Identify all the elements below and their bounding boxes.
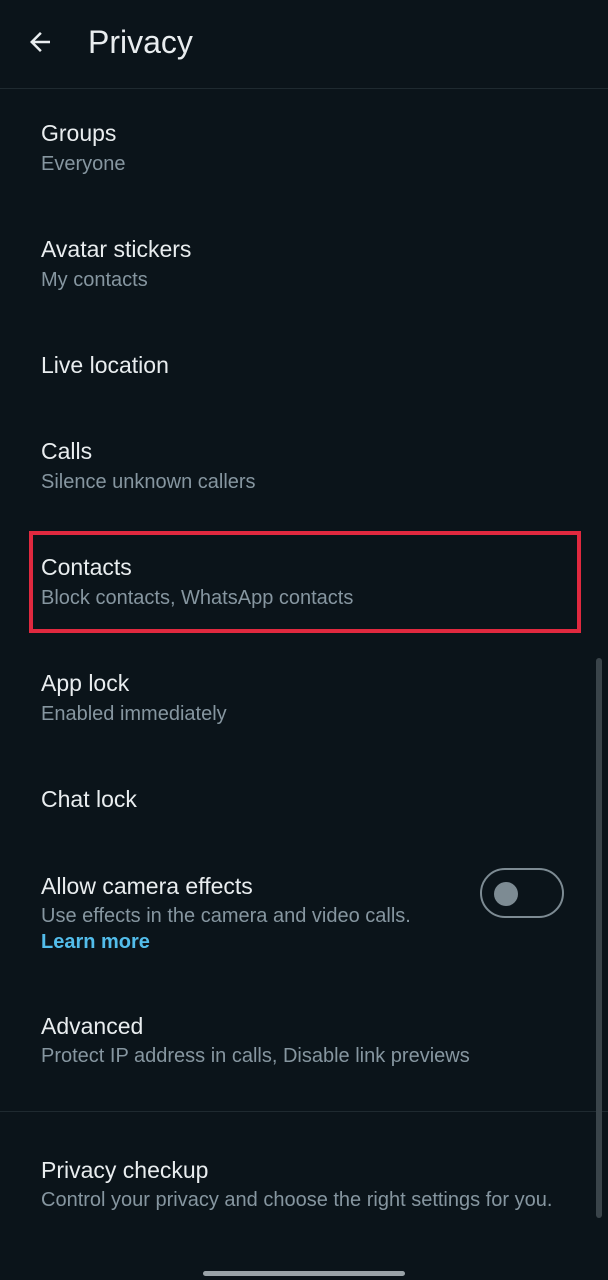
setting-chat-lock[interactable]: Chat lock (0, 771, 608, 843)
home-indicator[interactable] (203, 1271, 405, 1276)
setting-title: Calls (41, 438, 93, 464)
arrow-left-icon (30, 32, 50, 52)
setting-subtitle: Silence unknown callers (41, 471, 256, 493)
setting-live-location[interactable]: Live location (0, 337, 608, 409)
setting-privacy-checkup[interactable]: Privacy checkup Control your privacy and… (0, 1142, 608, 1252)
setting-contacts[interactable]: Contacts Block contacts, WhatsApp contac… (0, 539, 608, 635)
setting-groups[interactable]: Groups Everyone (0, 105, 608, 201)
setting-title: App lock (41, 670, 130, 696)
setting-subtitle: Control your privacy and choose the righ… (41, 1189, 553, 1211)
setting-subtitle: Everyone (41, 153, 126, 175)
app-bar: Privacy (0, 0, 608, 88)
learn-more-link[interactable]: Learn more (41, 929, 150, 955)
setting-title: Privacy checkup (41, 1157, 209, 1183)
setting-app-lock[interactable]: App lock Enabled immediately (0, 655, 608, 751)
setting-advanced[interactable]: Advanced Protect IP address in calls, Di… (0, 998, 608, 1094)
back-button[interactable] (14, 20, 66, 64)
setting-calls[interactable]: Calls Silence unknown callers (0, 423, 608, 519)
scrollbar[interactable] (596, 658, 602, 1218)
privacy-screen: Privacy Groups Everyone Avatar stickers … (0, 0, 608, 1280)
setting-title: Avatar stickers (41, 236, 192, 262)
setting-title: Advanced (41, 1013, 144, 1039)
setting-subtitle: My contacts (41, 269, 148, 291)
setting-title: Live location (41, 352, 169, 378)
setting-subtitle: Block contacts, WhatsApp contacts (41, 587, 354, 609)
toggle-knob (494, 882, 518, 906)
setting-title: Contacts (41, 554, 132, 580)
section-divider (0, 1111, 608, 1112)
setting-title: Groups (41, 120, 117, 146)
camera-effects-toggle[interactable] (480, 868, 564, 918)
setting-avatar-stickers[interactable]: Avatar stickers My contacts (0, 221, 608, 317)
page-title: Privacy (88, 24, 193, 60)
setting-subtitle: Enabled immediately (41, 703, 227, 725)
setting-subtitle: Protect IP address in calls, Disable lin… (41, 1045, 470, 1067)
setting-subtitle: Use effects in the camera and video call… (41, 905, 411, 927)
setting-title: Allow camera effects (41, 873, 253, 899)
header-divider (0, 88, 608, 89)
setting-title: Chat lock (41, 786, 137, 812)
